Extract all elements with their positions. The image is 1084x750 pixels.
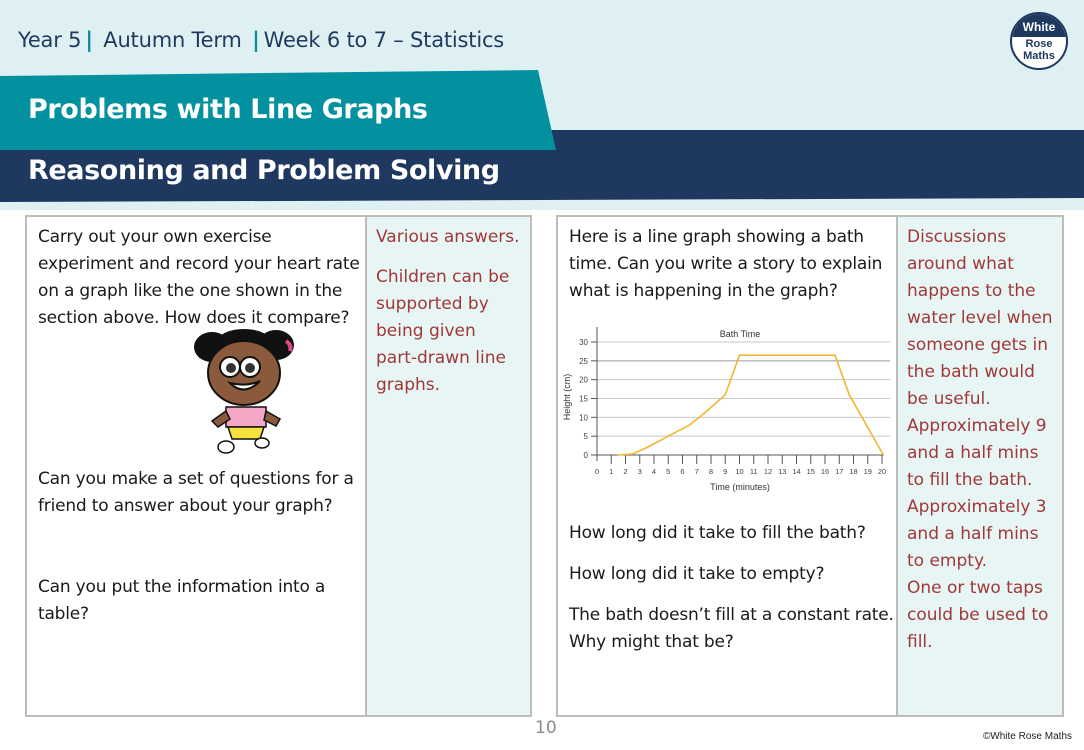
y-tick-label: 15 [579,395,588,404]
y-tick-label: 5 [584,432,589,441]
data-point [667,435,670,437]
x-tick-label: 6 [680,467,684,476]
x-tick-label: 15 [807,467,815,476]
question-text: How long did it take to fill the bath? [569,523,866,543]
chart-axes [596,327,884,461]
y-tick-label: 10 [579,413,588,422]
chart-series [617,354,885,456]
breadcrumb-week: Week 6 to 7 – Statistics [263,28,505,52]
breadcrumb-separator: | [85,28,93,52]
answer-text: Children can be supported by being given… [376,267,510,395]
question-text: How long did it take to empty? [569,564,825,584]
data-point [688,424,691,426]
x-tick-label: 2 [623,467,627,476]
data-point [631,453,634,455]
x-tick-label: 13 [778,467,786,476]
data-point [646,446,648,449]
page-number: 10 [535,718,557,738]
y-tick-label: 25 [579,357,588,366]
y-tick-label: 0 [584,451,589,460]
x-tick-label: 11 [750,467,758,476]
question-column: Carry out your own exercise experiment a… [27,217,365,715]
breadcrumb-separator: | [252,28,260,52]
left-problem-panel: Carry out your own exercise experiment a… [25,215,532,717]
x-tick-label: 12 [764,467,772,476]
answer-text: One or two taps could be used to fill. [907,578,1049,652]
bath-time-line-graph: 0510152025300 1 2 3 4 5 6 7 8 9 10 11 12 13 14 15 16 17 18… [562,327,890,492]
logo-line-3: Maths [1023,50,1055,62]
question-text: The bath doesn’t fill at a constant rate… [569,605,894,652]
x-tick-label: 3 [638,467,642,476]
x-tick-label: 5 [666,467,670,476]
data-point [848,393,851,396]
y-tick-label: 30 [579,338,588,347]
data-point [834,354,836,356]
x-tick-label: 19 [864,467,872,476]
chart-x-axis-label: Time (minutes) [710,482,770,492]
question-text: Can you make a set of questions for a fr… [38,469,354,516]
answer-text: Various answers. [376,227,520,247]
question-column: Here is a line graph showing a bath time… [558,217,896,715]
logo-line-2: Rose [1025,38,1053,50]
chart-y-axis-label: Height (cm) [562,374,572,421]
answer-text: Approximately 9 and a half mins to fill … [907,416,1047,490]
x-tick-label: 7 [695,467,699,476]
x-tick-label: 18 [849,467,857,476]
chart-gridlines [597,341,890,437]
data-point [724,393,727,396]
breadcrumb: Year 5 | Autumn Term | Week 6 to 7 – Stati… [18,28,504,52]
x-tick-label: 17 [835,467,843,476]
x-tick-label: 20 [878,467,886,476]
answer-column: Various answers. Children can be support… [365,217,530,715]
data-point [703,412,705,415]
page-title: Problems with Line Graphs [28,94,428,125]
x-tick-label: 14 [792,467,800,476]
question-intro: Here is a line graph showing a bath time… [569,227,883,301]
series-line-height [618,354,885,456]
x-tick-label: 1 [609,467,613,476]
x-tick-label: 16 [821,467,829,476]
answer-text: Discussions around what happens to the w… [907,227,1053,409]
data-point [617,454,620,456]
breadcrumb-term: Autumn Term [103,28,242,52]
answer-text: Approximately 3 and a half mins to empty… [907,497,1047,571]
data-point [882,454,885,456]
x-tick-label: 4 [652,467,656,476]
y-tick-label: 20 [579,376,588,385]
question-text: Can you put the information into a table… [38,577,326,624]
x-tick-label: 10 [735,467,743,476]
x-tick-label: 9 [723,467,727,476]
question-text: Carry out your own exercise experiment a… [38,227,360,328]
data-point [738,354,741,356]
answer-column: Discussions around what happens to the w… [896,217,1062,715]
x-tick-label: 8 [709,467,713,476]
copyright: ©White Rose Maths [982,731,1072,742]
chart-title: Bath Time [720,329,761,339]
breadcrumb-year: Year 5 [18,28,82,52]
x-tick-label: 0 [595,467,599,476]
girl-running-illustration [194,329,294,454]
white-rose-maths-logo: White Rose Maths [1010,12,1068,70]
right-problem-panel: Here is a line graph showing a bath time… [556,215,1064,717]
page-subtitle: Reasoning and Problem Solving [28,155,500,186]
